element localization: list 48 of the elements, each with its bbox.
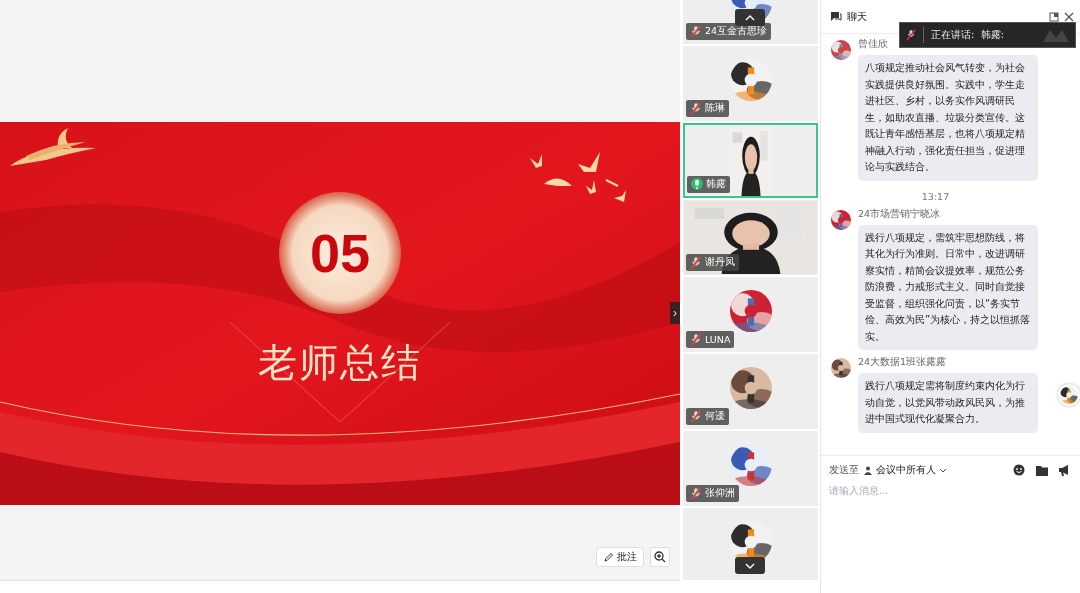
- slide-number: 05: [309, 226, 371, 280]
- speaking-text: 正在讲话: 韩露:: [931, 28, 1006, 42]
- message-bubble: 八项规定推动社会风气转变，为社会实践提供良好氛围。实践中，学生走进社区、乡村，以务实作风调研民生，如助农直播、垃圾分类宣传。这既让青年感悟基层，也将八项规定精神融入行动，强化责任担当，促进理论与实践结合。: [858, 55, 1038, 181]
- participant-name: 韩露: [706, 178, 726, 191]
- timestamp: 13:17: [920, 189, 951, 202]
- collapse-button[interactable]: ›: [670, 302, 680, 324]
- pop-out-button[interactable]: [1049, 11, 1059, 22]
- participant-tile[interactable]: [683, 508, 818, 580]
- folder-icon: [1036, 464, 1048, 476]
- participant-tile[interactable]: 谢丹凤: [683, 200, 818, 275]
- logo-icon: [1043, 28, 1069, 42]
- participant-tile[interactable]: 张仰洲: [683, 431, 818, 506]
- zoom-in-icon: [654, 551, 666, 563]
- participant-name: LUNA: [705, 334, 731, 345]
- sender-name: 曾佳欣: [858, 38, 889, 51]
- close-button[interactable]: [1064, 11, 1074, 22]
- scroll-down-button[interactable]: [735, 557, 765, 574]
- chat-icon: [830, 11, 842, 22]
- participant-tile[interactable]: 韩露: [683, 123, 818, 198]
- participant-name: 张仰洲: [705, 487, 735, 500]
- send-to-label: 发送至: [829, 463, 859, 477]
- recipient-dropdown[interactable]: 会议中所有人: [864, 463, 947, 477]
- person-icon: [864, 465, 873, 475]
- participant-name: 何逶: [705, 410, 725, 423]
- participant-tile[interactable]: 何逶: [683, 354, 818, 429]
- sender-name: 24市场营销宁晓冰: [858, 207, 942, 221]
- chevron-down-icon: [745, 562, 755, 569]
- caret-icon: [939, 467, 947, 473]
- message-bubble: 践行八项规定需将制度约束内化为行动自觉，以党风带动政风民风，为推进中国式现代化凝聚合力。: [858, 373, 1038, 433]
- file-button[interactable]: [1033, 464, 1051, 476]
- participant-name: 谢丹凤: [705, 256, 735, 269]
- participant-name: 陈琳: [705, 102, 725, 115]
- scroll-up-button[interactable]: [735, 9, 765, 26]
- pen-icon: [603, 551, 614, 563]
- participant-name: 24互金古思珍: [705, 25, 768, 38]
- zoom-in-button[interactable]: [650, 547, 670, 567]
- panel-title: 聊天: [847, 9, 868, 24]
- message-bubble: 践行八项规定，需筑牢思想防线，将其化为行为准则。日常中，改进调研察实情，精简会议提效率，规范公务防浪费，力戒形式主义。同时自觉接受监督，组织强化问责，以“务实节俭、高效为民”为核心，持之以恒抓落实。: [858, 224, 1038, 350]
- participant-tile[interactable]: 陈琳: [683, 46, 818, 121]
- participant-tile[interactable]: LUNA: [683, 277, 818, 352]
- annotate-button[interactable]: 批注: [596, 547, 644, 567]
- mic-off-icon: [906, 29, 916, 41]
- megaphone-icon: [1059, 464, 1071, 476]
- participant-tile[interactable]: 24互金古思珍: [683, 0, 818, 44]
- sender-name: 24大数据1班张露露: [858, 356, 948, 369]
- smiley-icon: [1013, 464, 1025, 476]
- chevron-up-icon: [745, 14, 755, 21]
- slide-title: 老师总结: [258, 339, 422, 387]
